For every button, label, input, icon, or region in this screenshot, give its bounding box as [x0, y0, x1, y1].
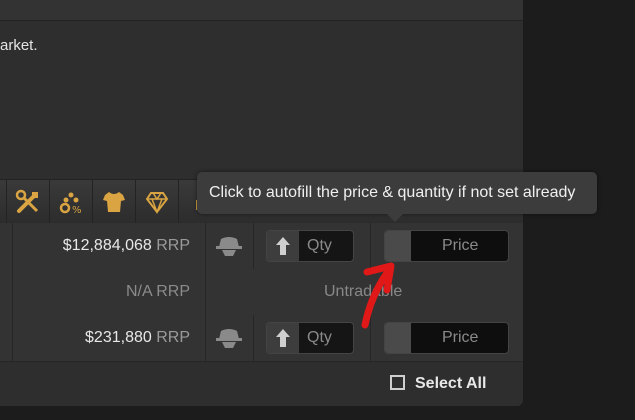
cell-divider — [205, 269, 206, 315]
description-text: arket. — [0, 37, 38, 54]
price-placeholder: Price — [442, 329, 479, 346]
ammo-icon[interactable]: % — [50, 180, 93, 224]
anonymous-icon[interactable] — [216, 327, 242, 354]
category-partial-left[interactable] — [0, 180, 7, 224]
cell-divider — [12, 223, 13, 269]
annotation-arrow-icon — [355, 250, 405, 335]
table-row: N/A RRP Untradable — [0, 269, 523, 316]
quantity-field[interactable]: Qty — [266, 322, 354, 354]
clothing-icon[interactable] — [93, 180, 136, 224]
anonymous-icon[interactable] — [216, 235, 242, 262]
svg-text:%: % — [72, 205, 82, 215]
quantity-field[interactable]: Qty — [266, 230, 354, 262]
item-price: $231,880 RRP — [85, 329, 190, 346]
jewelry-icon[interactable] — [136, 180, 179, 224]
price-placeholder: Price — [442, 237, 479, 254]
select-all-label[interactable]: Select All — [415, 375, 486, 393]
cell-divider — [12, 269, 13, 315]
cell-divider — [12, 315, 13, 361]
cell-divider — [205, 315, 206, 361]
tooltip-arrow — [387, 214, 403, 222]
tools-icon[interactable] — [7, 180, 50, 224]
max-quantity-button[interactable] — [267, 231, 299, 261]
cell-divider — [205, 223, 206, 269]
cell-divider — [253, 223, 254, 269]
quantity-placeholder: Qty — [307, 329, 332, 346]
table-row: $12,884,068 RRP Qty Price — [0, 223, 523, 270]
table-row: $231,880 RRP Qty Price — [0, 315, 523, 362]
quantity-placeholder: Qty — [307, 237, 332, 254]
tooltip-text: Click to autofill the price & quantity i… — [209, 184, 576, 201]
item-price-na: N/A RRP — [125, 283, 190, 300]
select-all-checkbox[interactable] — [390, 375, 405, 390]
cell-divider — [253, 315, 254, 361]
item-price: $12,884,068 RRP — [62, 237, 190, 254]
max-quantity-button[interactable] — [267, 323, 299, 353]
panel-header — [0, 0, 523, 21]
autofill-tooltip: Click to autofill the price & quantity i… — [197, 172, 597, 222]
